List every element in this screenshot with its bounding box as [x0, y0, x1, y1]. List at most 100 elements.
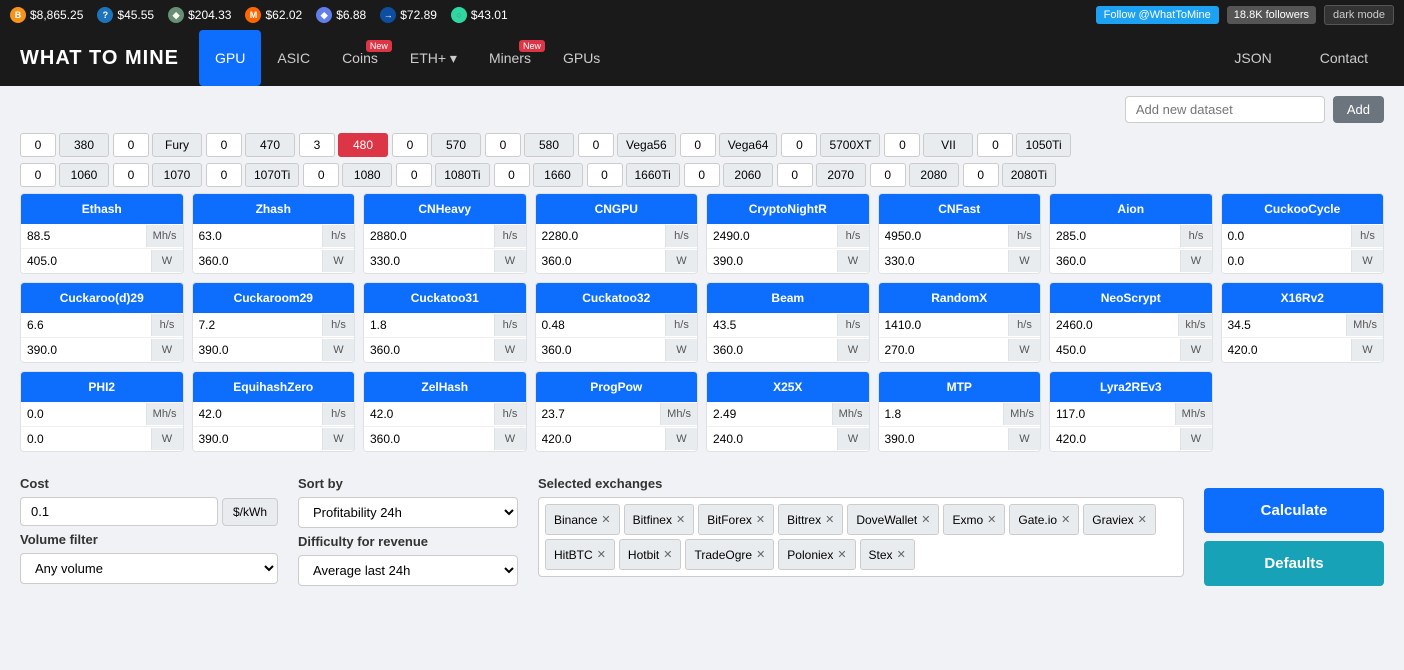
algo-power-input[interactable] [536, 427, 666, 451]
nav-gpu[interactable]: GPU [199, 30, 261, 86]
algo-header[interactable]: Cuckaroo(d)29 [21, 283, 183, 313]
algo-hashrate-input[interactable] [364, 313, 494, 337]
gpu-count-vega64[interactable] [680, 133, 716, 157]
gpu-count-1070ti[interactable] [206, 163, 242, 187]
gpu-count-1080[interactable] [303, 163, 339, 187]
darkmode-button[interactable]: dark mode [1324, 5, 1394, 25]
algo-header[interactable]: CNGPU [536, 194, 698, 224]
algo-power-input[interactable] [536, 338, 666, 362]
algo-hashrate-input[interactable] [879, 224, 1009, 248]
gpu-count-1660ti[interactable] [587, 163, 623, 187]
difficulty-select[interactable]: Average last 24h Current difficulty Aver… [298, 555, 518, 586]
algo-hashrate-input[interactable] [1050, 402, 1175, 426]
algo-hashrate-input[interactable] [1222, 313, 1347, 337]
sort-select[interactable]: Profitability 24h Profitability 1h Coin … [298, 497, 518, 528]
algo-power-input[interactable] [1222, 338, 1352, 362]
algo-header[interactable]: MTP [879, 372, 1041, 402]
algo-hashrate-input[interactable] [193, 402, 323, 426]
algo-header[interactable]: Lyra2REv3 [1050, 372, 1212, 402]
algo-header[interactable]: CNHeavy [364, 194, 526, 224]
algo-hashrate-input[interactable] [707, 402, 832, 426]
gpu-count-580[interactable] [485, 133, 521, 157]
algo-power-input[interactable] [21, 427, 151, 451]
gpu-count-2070[interactable] [777, 163, 813, 187]
algo-power-input[interactable] [21, 249, 151, 273]
algo-hashrate-input[interactable] [707, 224, 837, 248]
algo-power-input[interactable] [707, 427, 837, 451]
algo-power-input[interactable] [1222, 249, 1352, 273]
algo-power-input[interactable] [1050, 338, 1180, 362]
gpu-count-1660[interactable] [494, 163, 530, 187]
gpu-count-2080ti[interactable] [963, 163, 999, 187]
exchange-remove-button[interactable]: ✕ [825, 513, 834, 526]
algo-header[interactable]: Cuckatoo32 [536, 283, 698, 313]
gpu-count-fury[interactable] [113, 133, 149, 157]
gpu-count-1080ti[interactable] [396, 163, 432, 187]
algo-header[interactable]: Cuckaroom29 [193, 283, 355, 313]
gpu-count-1070[interactable] [113, 163, 149, 187]
gpu-count-vega56[interactable] [578, 133, 614, 157]
algo-hashrate-input[interactable] [193, 313, 323, 337]
exchange-remove-button[interactable]: ✕ [601, 513, 610, 526]
algo-power-input[interactable] [879, 249, 1009, 273]
volume-select[interactable]: Any volume > $10,000 > $100,000 [20, 553, 278, 584]
exchange-remove-button[interactable]: ✕ [1138, 513, 1147, 526]
algo-hashrate-input[interactable] [21, 313, 151, 337]
nav-asic[interactable]: ASIC [261, 30, 326, 86]
exchange-remove-button[interactable]: ✕ [921, 513, 930, 526]
nav-coins[interactable]: CoinsNew [326, 30, 394, 86]
algo-power-input[interactable] [536, 249, 666, 273]
exchange-remove-button[interactable]: ✕ [897, 548, 906, 561]
exchange-remove-button[interactable]: ✕ [987, 513, 996, 526]
algo-power-input[interactable] [364, 427, 494, 451]
algo-header[interactable]: X16Rv2 [1222, 283, 1384, 313]
algo-hashrate-input[interactable] [1222, 224, 1352, 248]
algo-power-input[interactable] [193, 338, 323, 362]
algo-power-input[interactable] [707, 338, 837, 362]
gpu-count-vii[interactable] [884, 133, 920, 157]
nav-eth-plus[interactable]: ETH+ ▾ [394, 30, 473, 86]
gpu-count-480[interactable] [299, 133, 335, 157]
algo-hashrate-input[interactable] [707, 313, 837, 337]
algo-header[interactable]: Ethash [21, 194, 183, 224]
exchange-remove-button[interactable]: ✕ [756, 513, 765, 526]
gpu-count-570[interactable] [392, 133, 428, 157]
algo-hashrate-input[interactable] [879, 313, 1009, 337]
algo-hashrate-input[interactable] [879, 402, 1004, 426]
algo-hashrate-input[interactable] [364, 402, 494, 426]
gpu-count-2080[interactable] [870, 163, 906, 187]
algo-header[interactable]: RandomX [879, 283, 1041, 313]
algo-hashrate-input[interactable] [536, 402, 661, 426]
nav-contact[interactable]: Contact [1304, 30, 1384, 86]
algo-hashrate-input[interactable] [536, 313, 666, 337]
algo-power-input[interactable] [1050, 249, 1180, 273]
cost-input[interactable] [20, 497, 218, 526]
algo-header[interactable]: CryptoNightR [707, 194, 869, 224]
algo-header[interactable]: EquihashZero [193, 372, 355, 402]
gpu-count-380[interactable] [20, 133, 56, 157]
algo-hashrate-input[interactable] [1050, 224, 1180, 248]
algo-power-input[interactable] [21, 338, 151, 362]
dataset-input[interactable] [1125, 96, 1325, 123]
exchange-remove-button[interactable]: ✕ [663, 548, 672, 561]
algo-power-input[interactable] [364, 249, 494, 273]
algo-hashrate-input[interactable] [193, 224, 323, 248]
algo-power-input[interactable] [193, 427, 323, 451]
algo-header[interactable]: CNFast [879, 194, 1041, 224]
calculate-button[interactable]: Calculate [1204, 488, 1384, 533]
algo-header[interactable]: ProgPow [536, 372, 698, 402]
algo-header[interactable]: Cuckatoo31 [364, 283, 526, 313]
defaults-button[interactable]: Defaults [1204, 541, 1384, 586]
exchange-remove-button[interactable]: ✕ [1061, 513, 1070, 526]
algo-header[interactable]: Beam [707, 283, 869, 313]
follow-button[interactable]: Follow @WhatToMine [1096, 6, 1219, 24]
exchange-remove-button[interactable]: ✕ [597, 548, 606, 561]
gpu-count-470[interactable] [206, 133, 242, 157]
exchange-remove-button[interactable]: ✕ [756, 548, 765, 561]
algo-header[interactable]: ZelHash [364, 372, 526, 402]
algo-header[interactable]: PHI2 [21, 372, 183, 402]
algo-header[interactable]: CuckooCycle [1222, 194, 1384, 224]
algo-hashrate-input[interactable] [21, 224, 146, 248]
nav-gpus[interactable]: GPUs [547, 30, 616, 86]
dataset-add-button[interactable]: Add [1333, 96, 1384, 123]
